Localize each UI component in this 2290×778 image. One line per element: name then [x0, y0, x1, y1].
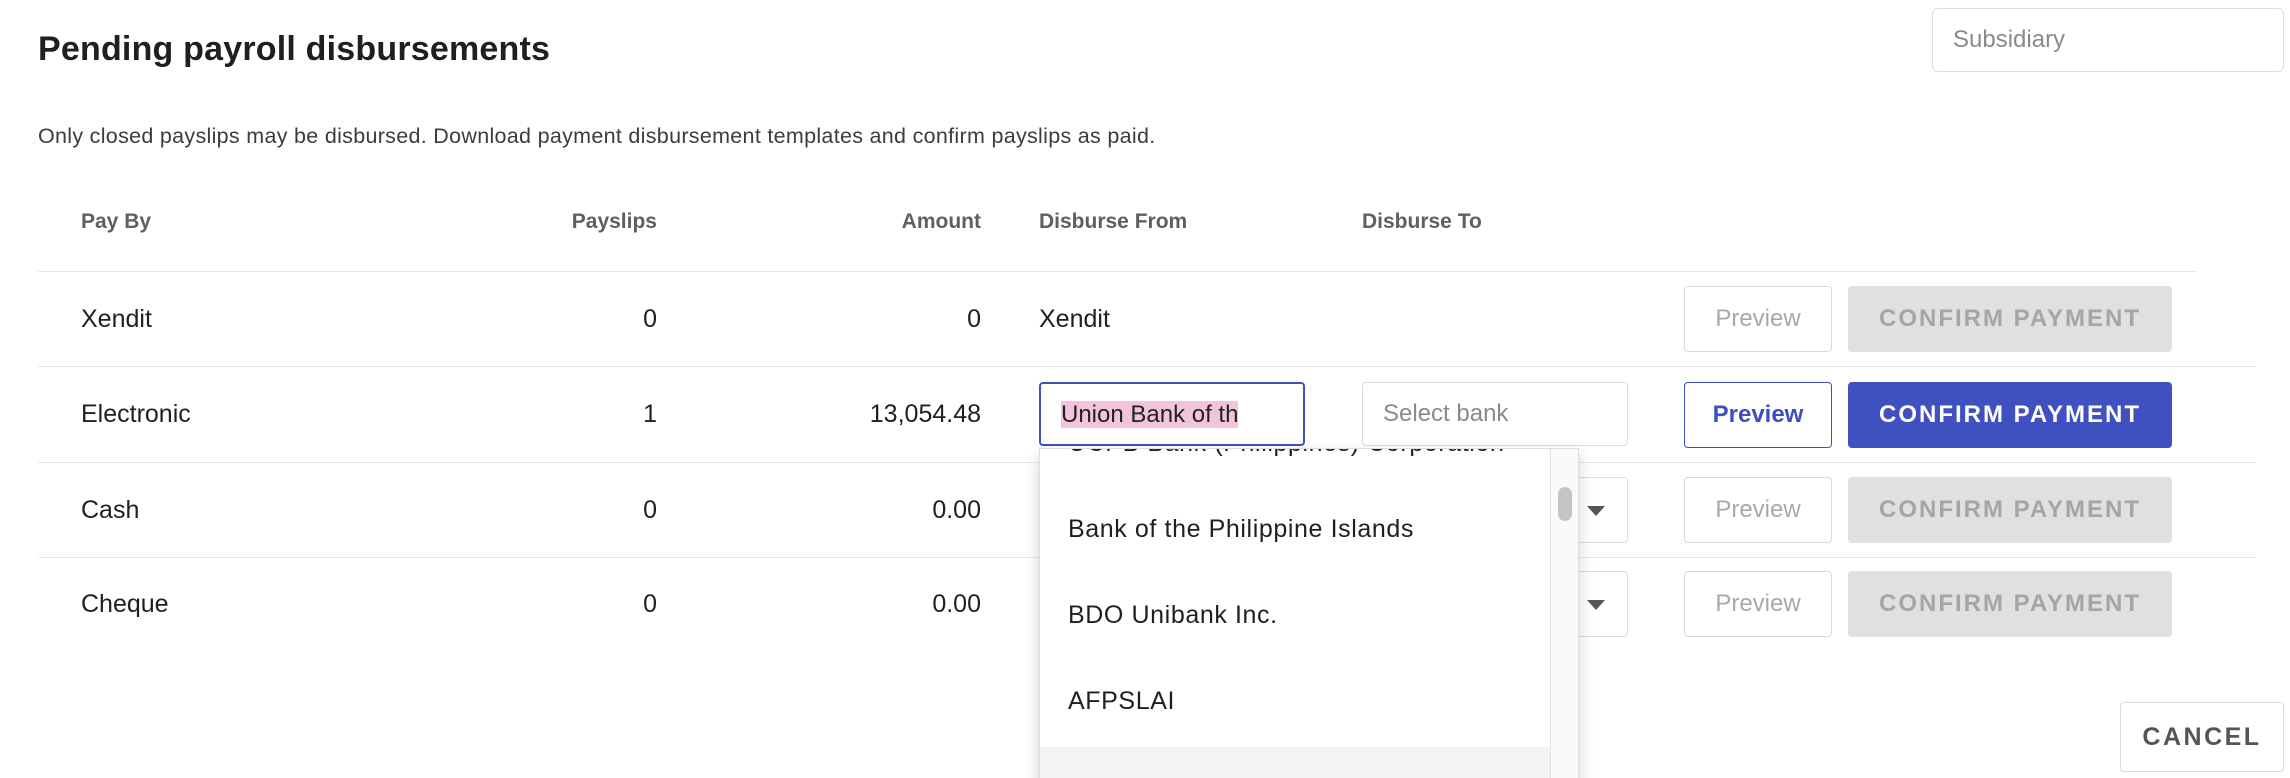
- dropdown-option[interactable]: Bank of the Philippine Islands: [1068, 515, 1414, 544]
- cancel-button[interactable]: CANCEL: [2120, 702, 2284, 772]
- header-disburse-to: Disburse To: [1362, 210, 1482, 233]
- caret-down-icon: [1587, 600, 1605, 610]
- dropdown-option[interactable]: UCPB Bank (Philippines) Corporation: [1068, 449, 1504, 458]
- dropdown-scrollbar[interactable]: [1550, 449, 1578, 778]
- row-xendit-amount: 0: [967, 305, 981, 333]
- confirm-payment-button[interactable]: CONFIRM PAYMENT: [1848, 382, 2172, 448]
- header-amount: Amount: [901, 210, 981, 233]
- preview-button[interactable]: Preview: [1684, 477, 1832, 543]
- row-cash-payslips: 0: [643, 496, 657, 524]
- preview-button[interactable]: Preview: [1684, 286, 1832, 352]
- page-title: Pending payroll disbursements: [38, 30, 551, 68]
- dropdown-option[interactable]: AFPSLAI: [1068, 687, 1175, 716]
- disburse-to-select[interactable]: Select bank: [1362, 382, 1628, 446]
- header-payslips: Payslips: [571, 210, 657, 233]
- subsidiary-field[interactable]: [1932, 8, 2284, 72]
- row-cheque-pay-by: Cheque: [81, 590, 169, 618]
- dropdown-option-hover[interactable]: [1040, 747, 1550, 778]
- table-divider: [38, 366, 2256, 367]
- dropdown-option[interactable]: BDO Unibank Inc.: [1068, 601, 1278, 630]
- preview-button[interactable]: Preview: [1684, 382, 1832, 448]
- bank-dropdown-list: UCPB Bank (Philippines) Corporation Bank…: [1039, 448, 1579, 778]
- row-electronic-payslips: 1: [643, 400, 657, 428]
- disburse-from-input[interactable]: Union Bank of th: [1039, 382, 1305, 446]
- header-disburse-from: Disburse From: [1039, 210, 1188, 233]
- row-cheque-amount: 0.00: [932, 590, 981, 618]
- row-cash-amount: 0.00: [932, 496, 981, 524]
- preview-button[interactable]: Preview: [1684, 571, 1832, 637]
- caret-down-icon: [1587, 506, 1605, 516]
- row-electronic-pay-by: Electronic: [81, 400, 191, 428]
- row-xendit-disburse-from: Xendit: [1039, 305, 1110, 333]
- row-xendit-payslips: 0: [643, 305, 657, 333]
- header-pay-by: Pay By: [81, 210, 152, 233]
- disburse-from-value: Union Bank of th: [1061, 401, 1239, 428]
- row-electronic-amount: 13,054.48: [869, 400, 981, 428]
- confirm-payment-button[interactable]: CONFIRM PAYMENT: [1848, 477, 2172, 543]
- page-subtitle: Only closed payslips may be disbursed. D…: [38, 124, 1156, 148]
- row-xendit-pay-by: Xendit: [81, 305, 152, 333]
- confirm-payment-button[interactable]: CONFIRM PAYMENT: [1848, 571, 2172, 637]
- row-cheque-payslips: 0: [643, 590, 657, 618]
- scrollbar-thumb[interactable]: [1558, 487, 1572, 521]
- table-divider: [38, 271, 2196, 272]
- confirm-payment-button[interactable]: CONFIRM PAYMENT: [1848, 286, 2172, 352]
- row-cash-pay-by: Cash: [81, 496, 140, 524]
